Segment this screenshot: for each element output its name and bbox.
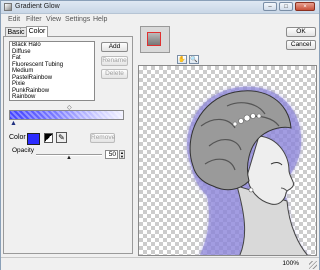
- menu-settings[interactable]: Settings: [65, 16, 90, 23]
- remove-button[interactable]: Remove: [90, 133, 115, 143]
- opacity-spinner[interactable]: ▲ ▼: [119, 150, 125, 159]
- opacity-label: Opacity: [12, 147, 35, 154]
- menu-view[interactable]: View: [46, 16, 61, 23]
- navigator-thumbnail[interactable]: [140, 26, 170, 53]
- maximize-button[interactable]: □: [279, 2, 293, 11]
- preset-list[interactable]: Black Halo Diffuse Fat Fluorescent Tubin…: [9, 41, 95, 101]
- hand-tool-icon[interactable]: ✋: [177, 55, 187, 64]
- delete-button[interactable]: Delete: [101, 69, 128, 79]
- add-button[interactable]: Add: [101, 42, 128, 52]
- black-white-icon[interactable]: [44, 133, 53, 143]
- title-bar: Gradient Glow – □ ×: [1, 1, 319, 14]
- rename-button[interactable]: Rename: [101, 56, 128, 66]
- color-swatch[interactable]: [27, 133, 40, 145]
- color-label: Color: [9, 134, 26, 141]
- opacity-slider-thumb[interactable]: ▲: [66, 155, 72, 161]
- cancel-button[interactable]: Cancel: [286, 40, 316, 50]
- navigator-viewport[interactable]: [147, 32, 161, 46]
- close-button[interactable]: ×: [295, 2, 315, 11]
- status-bar: 100%: [1, 257, 319, 270]
- opacity-input[interactable]: 50: [105, 150, 118, 159]
- menu-filter[interactable]: Filter: [26, 16, 42, 23]
- gradient-stop-marker[interactable]: ▲: [10, 120, 17, 127]
- gradient-glow-window: Gradient Glow – □ × Edit Filter View Set…: [0, 0, 320, 270]
- app-icon: [4, 3, 12, 11]
- menu-help[interactable]: Help: [93, 16, 107, 23]
- minimize-button[interactable]: –: [263, 2, 277, 11]
- list-item[interactable]: Rainbow: [10, 94, 94, 100]
- ok-button[interactable]: OK: [286, 27, 316, 37]
- resize-grip[interactable]: [309, 261, 317, 269]
- zoom-level: 100%: [282, 260, 299, 267]
- gradient-bar[interactable]: [9, 110, 124, 120]
- preview-image: [187, 86, 309, 255]
- tab-color[interactable]: Color: [26, 26, 48, 37]
- preview-canvas[interactable]: [138, 65, 317, 256]
- zoom-tool-icon[interactable]: 🔍: [189, 55, 199, 64]
- menu-edit[interactable]: Edit: [8, 16, 20, 23]
- eyedropper-icon[interactable]: ✎: [56, 132, 67, 143]
- window-title: Gradient Glow: [15, 3, 60, 10]
